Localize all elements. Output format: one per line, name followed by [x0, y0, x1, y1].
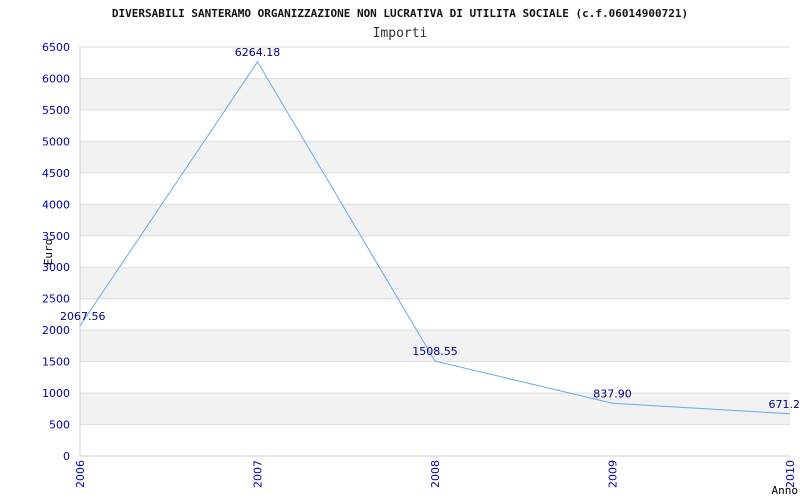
y-tick-label: 2500 — [42, 293, 70, 306]
y-tick-label: 5500 — [42, 104, 70, 117]
x-tick-label: 2007 — [252, 460, 265, 488]
y-tick-label: 4500 — [42, 167, 70, 180]
grid-band — [80, 393, 790, 425]
data-label: 837.90 — [593, 387, 632, 400]
chart-title: DIVERSABILI SANTERAMO ORGANIZZAZIONE NON… — [112, 7, 688, 20]
data-label: 2067.56 — [60, 310, 106, 323]
y-tick-label: 6500 — [42, 41, 70, 54]
chart-subtitle: Importi — [373, 26, 428, 41]
y-tick-label: 2000 — [42, 324, 70, 337]
x-tick-label: 2009 — [607, 460, 620, 488]
y-tick-label: 4000 — [42, 198, 70, 211]
y-tick-label: 6000 — [42, 72, 70, 85]
y-axis-title: Euro — [42, 239, 55, 266]
y-tick-label: 1000 — [42, 387, 70, 400]
x-tick-label: 2006 — [74, 460, 87, 488]
data-label: 1508.55 — [412, 345, 458, 358]
data-label: 671.2 — [769, 398, 800, 411]
line-chart: DIVERSABILI SANTERAMO ORGANIZZAZIONE NON… — [0, 0, 800, 500]
x-axis-title: Anno — [772, 484, 799, 497]
y-tick-label: 1500 — [42, 356, 70, 369]
grid-band — [80, 78, 790, 110]
grid-band — [80, 267, 790, 299]
y-tick-label: 0 — [63, 450, 70, 463]
y-tick-label: 500 — [49, 419, 70, 432]
x-tick-label: 2008 — [429, 460, 442, 488]
y-tick-label: 5000 — [42, 135, 70, 148]
data-label: 6264.18 — [235, 46, 281, 59]
grid-band — [80, 204, 790, 236]
